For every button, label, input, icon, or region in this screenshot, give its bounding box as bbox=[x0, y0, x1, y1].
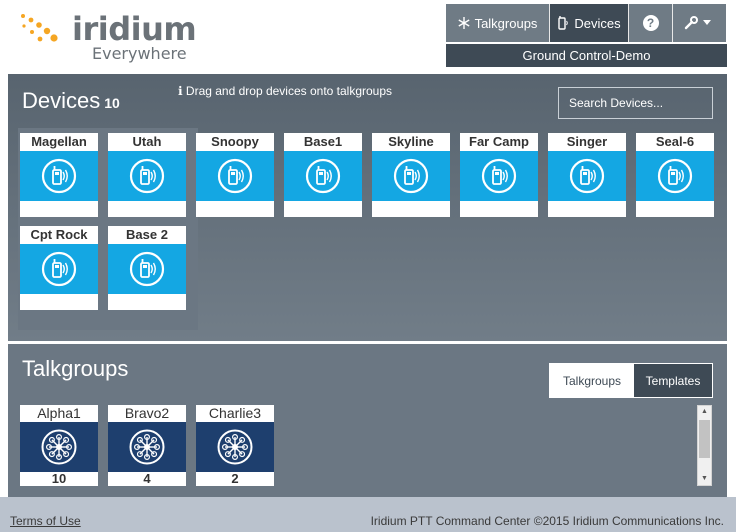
help-button[interactable]: ? bbox=[628, 4, 672, 42]
device-count: 10 bbox=[104, 95, 120, 111]
device-icon-area bbox=[20, 151, 98, 201]
tab-templates[interactable]: Templates bbox=[634, 364, 712, 397]
talkgroup-icon-area bbox=[20, 422, 98, 472]
scroll-up-arrow-icon[interactable]: ▲ bbox=[698, 406, 711, 418]
talkgroup-tile[interactable]: Alpha1 10 bbox=[20, 405, 98, 486]
drag-hint: ℹ Drag and drop devices onto talkgroups bbox=[178, 84, 392, 98]
drag-hint-text: Drag and drop devices onto talkgroups bbox=[185, 84, 393, 98]
talkgroup-network-icon bbox=[41, 429, 77, 465]
device-name: Singer bbox=[566, 134, 608, 149]
nav-talkgroups-button[interactable]: Talkgroups bbox=[446, 4, 549, 42]
device-icon-area bbox=[636, 151, 714, 201]
talkgroup-name: Bravo2 bbox=[124, 405, 170, 421]
device-icon-area bbox=[284, 151, 362, 201]
talkgroups-panel: Talkgroups Talkgroups Templates Alpha1 10… bbox=[8, 344, 727, 497]
handheld-device-icon bbox=[41, 158, 77, 194]
device-name: Far Camp bbox=[469, 134, 529, 149]
device-tile[interactable]: Seal-6 bbox=[636, 133, 714, 217]
nav-devices-button[interactable]: Devices bbox=[549, 4, 628, 42]
handheld-device-icon bbox=[305, 158, 341, 194]
device-tile-list: Magellan Utah Snoopy Base1 Skyline Far Camp Si… bbox=[20, 133, 720, 310]
talkgroup-name: Alpha1 bbox=[37, 405, 81, 421]
nav-devices-label: Devices bbox=[574, 15, 621, 31]
device-name: Seal-6 bbox=[655, 134, 695, 149]
talkgroup-network-icon bbox=[217, 429, 253, 465]
search-devices-input[interactable] bbox=[558, 87, 713, 119]
talkgroup-network-icon bbox=[129, 429, 165, 465]
iridium-logo: iridium Everywhere bbox=[18, 10, 197, 65]
brand-name: iridium bbox=[72, 10, 197, 48]
handheld-device-icon bbox=[393, 158, 429, 194]
talkgroup-name: Charlie3 bbox=[208, 405, 262, 421]
caret-down-icon bbox=[702, 20, 711, 25]
device-name: Utah bbox=[132, 134, 162, 149]
talkgroup-icon-area bbox=[108, 422, 186, 472]
tab-talkgroups[interactable]: Talkgroups bbox=[550, 364, 634, 397]
app-header: iridium Everywhere Talkgroups Devices ? bbox=[0, 0, 736, 72]
talkgroups-title: Talkgroups bbox=[22, 356, 129, 381]
device-tile[interactable]: Base 2 bbox=[108, 226, 186, 310]
device-name: Skyline bbox=[388, 134, 434, 149]
handheld-device-icon bbox=[481, 158, 517, 194]
handheld-device-icon bbox=[217, 158, 253, 194]
device-tile[interactable]: Cpt Rock bbox=[20, 226, 98, 310]
device-tile[interactable]: Base1 bbox=[284, 133, 362, 217]
talkgroup-tile-list: Alpha1 10 Bravo2 4 Charlie3 2 bbox=[20, 405, 274, 486]
device-icon-area bbox=[196, 151, 274, 201]
organization-name: Ground Control-Demo bbox=[446, 44, 727, 67]
device-tile[interactable]: Magellan bbox=[20, 133, 98, 217]
talkgroups-scrollbar[interactable]: ▲ ▼ bbox=[697, 405, 712, 486]
scrollbar-thumb[interactable] bbox=[699, 420, 710, 458]
device-tile[interactable]: Utah bbox=[108, 133, 186, 217]
device-icon-area bbox=[108, 151, 186, 201]
device-icon-area bbox=[460, 151, 538, 201]
talkgroup-icon-area bbox=[196, 422, 274, 472]
devices-title-text: Devices bbox=[22, 88, 101, 113]
device-tile[interactable]: Skyline bbox=[372, 133, 450, 217]
device-icon-area bbox=[108, 244, 186, 294]
devices-panel: Devices 10 ℹ Drag and drop devices onto t… bbox=[8, 74, 727, 341]
device-tile[interactable]: Far Camp bbox=[460, 133, 538, 217]
settings-menu-button[interactable] bbox=[672, 4, 726, 42]
app-footer: Terms of Use Iridium PTT Command Center … bbox=[0, 497, 736, 532]
devices-title: Devices 10 bbox=[22, 88, 120, 114]
device-tile[interactable]: Snoopy bbox=[196, 133, 274, 217]
logo-dots-icon bbox=[21, 14, 58, 42]
device-tile[interactable]: Singer bbox=[548, 133, 626, 217]
help-icon: ? bbox=[642, 15, 659, 31]
talkgroup-tile[interactable]: Bravo2 4 bbox=[108, 405, 186, 486]
snowflake-icon bbox=[458, 17, 470, 29]
info-icon: ℹ bbox=[178, 84, 183, 98]
device-icon-area bbox=[372, 151, 450, 201]
top-navigation: Talkgroups Devices ? bbox=[446, 4, 726, 42]
talkgroup-member-count: 10 bbox=[51, 471, 67, 486]
device-name: Snoopy bbox=[211, 134, 259, 149]
device-name: Cpt Rock bbox=[30, 227, 88, 242]
device-name: Base 2 bbox=[126, 227, 168, 242]
handheld-device-icon bbox=[657, 158, 693, 194]
handset-icon bbox=[558, 16, 569, 30]
handheld-device-icon bbox=[41, 251, 77, 287]
device-icon-area bbox=[20, 244, 98, 294]
brand-tagline: Everywhere bbox=[92, 44, 187, 63]
nav-talkgroups-label: Talkgroups bbox=[474, 15, 538, 31]
talkgroup-member-count: 4 bbox=[143, 471, 151, 486]
handheld-device-icon bbox=[129, 251, 165, 287]
device-name: Magellan bbox=[31, 134, 87, 149]
talkgroup-member-count: 2 bbox=[231, 471, 239, 486]
scroll-down-arrow-icon[interactable]: ▼ bbox=[698, 473, 711, 485]
terms-of-use-link[interactable]: Terms of Use bbox=[10, 514, 81, 528]
handheld-device-icon bbox=[569, 158, 605, 194]
device-name: Base1 bbox=[303, 134, 343, 149]
talkgroup-tile[interactable]: Charlie3 2 bbox=[196, 405, 274, 486]
wrench-icon bbox=[684, 16, 698, 30]
device-icon-area bbox=[548, 151, 626, 201]
handheld-device-icon bbox=[129, 158, 165, 194]
copyright-text: Iridium PTT Command Center ©2015 Iridium… bbox=[370, 514, 724, 528]
talkgroups-view-toggle: Talkgroups Templates bbox=[549, 363, 713, 398]
